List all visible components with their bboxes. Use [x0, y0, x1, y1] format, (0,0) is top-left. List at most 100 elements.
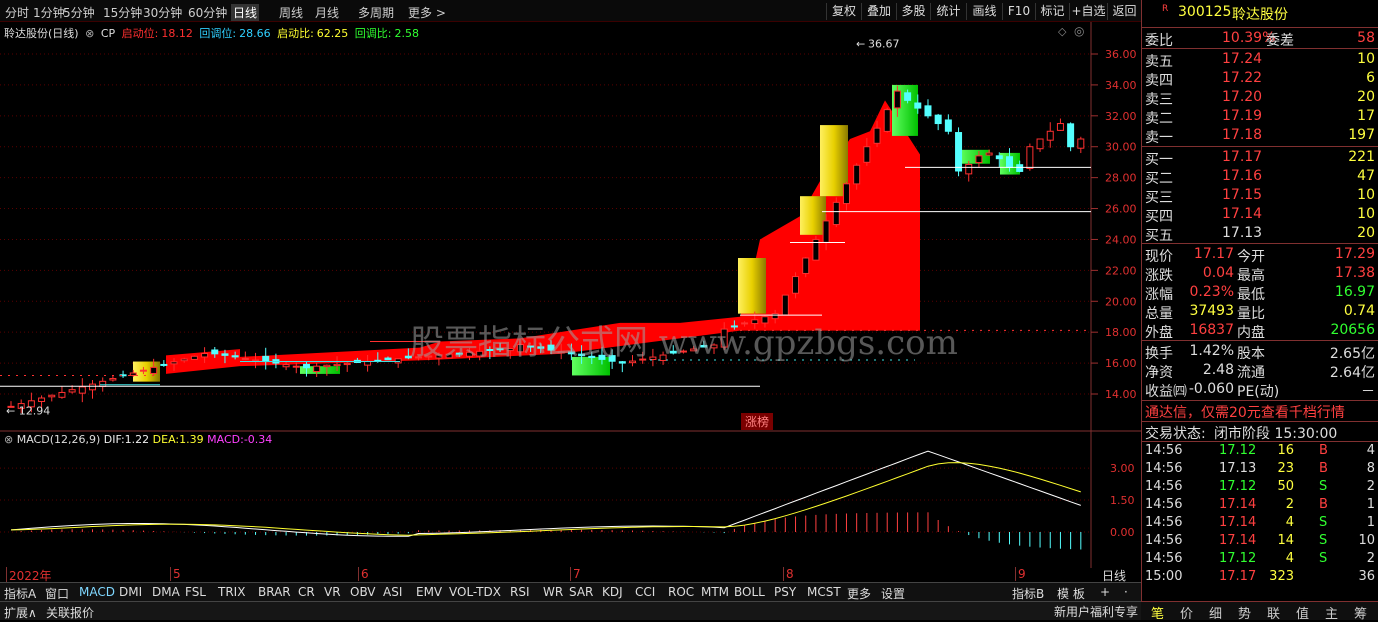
panel-tab-7[interactable]: 筹: [1354, 603, 1367, 622]
ask-row-1-volume: 6: [1366, 70, 1375, 86]
cp-icon[interactable]: ⊗: [85, 27, 94, 40]
indicator-tab-19[interactable]: ROC: [668, 585, 694, 599]
price-axis-label: 24.00: [1105, 233, 1137, 246]
indicator-tab-10[interactable]: OBV: [350, 585, 376, 599]
r-badge-icon: R: [1162, 4, 1169, 14]
tool-6[interactable]: 标记: [1035, 3, 1069, 20]
indicator-tab-18[interactable]: CCI: [635, 585, 655, 599]
tool-8[interactable]: 返回: [1107, 3, 1141, 20]
panel-tab-5[interactable]: 值: [1296, 603, 1309, 622]
options-icon[interactable]: ◎: [1074, 24, 1084, 38]
period-4[interactable]: 30分钟: [143, 4, 182, 21]
period-2[interactable]: 5分钟: [63, 4, 95, 21]
tool-1[interactable]: 叠加: [861, 3, 896, 20]
tick-time: 14:56: [1145, 497, 1183, 512]
bid-row-4: 买五 17.13 20: [1142, 224, 1378, 244]
indicator-tab-9[interactable]: VR: [324, 585, 341, 599]
fin-b-label: PE(动): [1237, 384, 1280, 400]
candle-body: [221, 353, 229, 356]
tool-3[interactable]: 统计: [930, 3, 966, 20]
price-axis-label: 20.00: [1105, 295, 1137, 308]
indicator-tab-13[interactable]: VOL-TDX: [449, 585, 501, 599]
period-0[interactable]: 分时: [5, 4, 29, 21]
tool-4[interactable]: 画线: [966, 3, 1002, 20]
price-axis-label: 28.00: [1105, 172, 1137, 185]
pullback-label: 回调位:: [199, 27, 237, 40]
indicator-tab-7[interactable]: BRAR: [258, 585, 291, 599]
panel-tab-6[interactable]: 主: [1325, 603, 1338, 622]
candle-body: [955, 132, 963, 172]
indicator-tab-15[interactable]: WR: [543, 585, 563, 599]
tick-count: 2: [1366, 551, 1375, 566]
panel-tab-3[interactable]: 势: [1238, 603, 1251, 622]
period-6[interactable]: 日线: [231, 4, 260, 21]
indicator-tab-8[interactable]: CR: [298, 585, 315, 599]
candle-body: [384, 357, 392, 361]
month-label-5: 9: [1015, 567, 1026, 581]
kline-chart[interactable]: 36.00 34.00 32.00 30.00 28.00 26.00 24.00 22.00…: [0, 22, 1141, 432]
tick-time: 14:56: [1145, 461, 1183, 476]
stock-period-title: 聆达股份(日线): [4, 27, 79, 40]
panel-tab-2[interactable]: 细: [1209, 603, 1222, 622]
macd-chart[interactable]: 3.00 1.50 0.00: [0, 432, 1141, 568]
indicator-tab-0[interactable]: 指标A: [4, 585, 36, 602]
add-indicator-icon[interactable]: +: [1100, 585, 1110, 599]
indicator-tab-5[interactable]: FSL: [185, 585, 206, 599]
indicator-tab-22[interactable]: PSY: [774, 585, 796, 599]
tick-volume: 23: [1277, 461, 1294, 476]
indicator-tab-3[interactable]: DMI: [119, 585, 142, 599]
bid-row-1-price: 17.16: [1222, 168, 1263, 184]
indicator-tab-11[interactable]: ASI: [383, 585, 402, 599]
tool-0[interactable]: 复权: [826, 3, 861, 20]
period-3[interactable]: 15分钟: [103, 4, 142, 21]
indicator-tab-2[interactable]: MACD: [79, 585, 115, 599]
ask-row-3-price: 17.19: [1222, 108, 1263, 124]
indicator-tab-20[interactable]: MTM: [701, 585, 729, 599]
indicator-b-tab[interactable]: 指标B: [1012, 585, 1044, 602]
indicator-tab-21[interactable]: BOLL: [734, 585, 765, 599]
promo-button[interactable]: 新用户福利专享: [1054, 603, 1138, 620]
bid-row-4-price: 17.13: [1222, 225, 1263, 241]
stat-a-label: 现价: [1145, 249, 1173, 265]
panel-tab-0[interactable]: 笔: [1151, 603, 1164, 622]
panel-tab-4[interactable]: 联: [1267, 603, 1280, 622]
candle-body: [78, 386, 86, 394]
more-indicator-icon[interactable]: ·: [1124, 585, 1128, 599]
indicator-tab-4[interactable]: DMA: [152, 585, 180, 599]
stat-a-value: 37493: [1189, 303, 1234, 319]
indicator-tab-24[interactable]: 更多: [847, 585, 871, 602]
indicator-tab-17[interactable]: KDJ: [602, 585, 623, 599]
indicator-tab-12[interactable]: EMV: [416, 585, 442, 599]
related-quote-button[interactable]: 关联报价: [46, 604, 94, 621]
indicator-tab-25[interactable]: 设置: [881, 585, 905, 602]
expand-button[interactable]: 扩展∧: [4, 604, 37, 621]
candle-body: [292, 365, 300, 368]
indicator-tab-14[interactable]: RSI: [510, 585, 530, 599]
period-5[interactable]: 60分钟: [188, 4, 227, 21]
period-10[interactable]: 更多 >: [408, 4, 446, 21]
stat-b-label: 今开: [1237, 249, 1265, 265]
ask-row-3: 卖二 17.19 17: [1142, 107, 1378, 127]
candle-body: [89, 383, 97, 391]
period-7[interactable]: 周线: [279, 4, 303, 21]
panel-tabs: 新用户福利专享笔价细势联值主筹: [1054, 601, 1378, 622]
indicator-tab-1[interactable]: 窗口: [45, 585, 69, 602]
diamond-icon[interactable]: ◇: [1058, 25, 1066, 38]
period-8[interactable]: 月线: [315, 4, 339, 21]
period-1[interactable]: 1分钟: [33, 4, 65, 21]
stock-code: 300125: [1178, 4, 1232, 20]
indicator-tab-23[interactable]: MCST: [807, 585, 841, 599]
level2-ad-link[interactable]: 通达信，仅需20元查看千档行情: [1145, 402, 1378, 421]
tool-2[interactable]: 多股: [896, 3, 930, 20]
period-9[interactable]: 多周期: [358, 4, 394, 21]
indicator-tab-6[interactable]: TRIX: [218, 585, 245, 599]
tool-7[interactable]: +自选: [1069, 3, 1107, 20]
ask-row-2-volume: 20: [1357, 89, 1375, 105]
stat-row-0: 现价 17.17 今开 17.29: [1142, 245, 1378, 265]
tool-5[interactable]: F10: [1002, 3, 1035, 20]
panel-tab-1[interactable]: 价: [1180, 603, 1193, 622]
macd-axis-label: 3.00: [1110, 462, 1135, 475]
candle-body: [1077, 138, 1085, 149]
indicator-tab-16[interactable]: SAR: [569, 585, 593, 599]
template-tab[interactable]: 模 板: [1057, 585, 1085, 602]
